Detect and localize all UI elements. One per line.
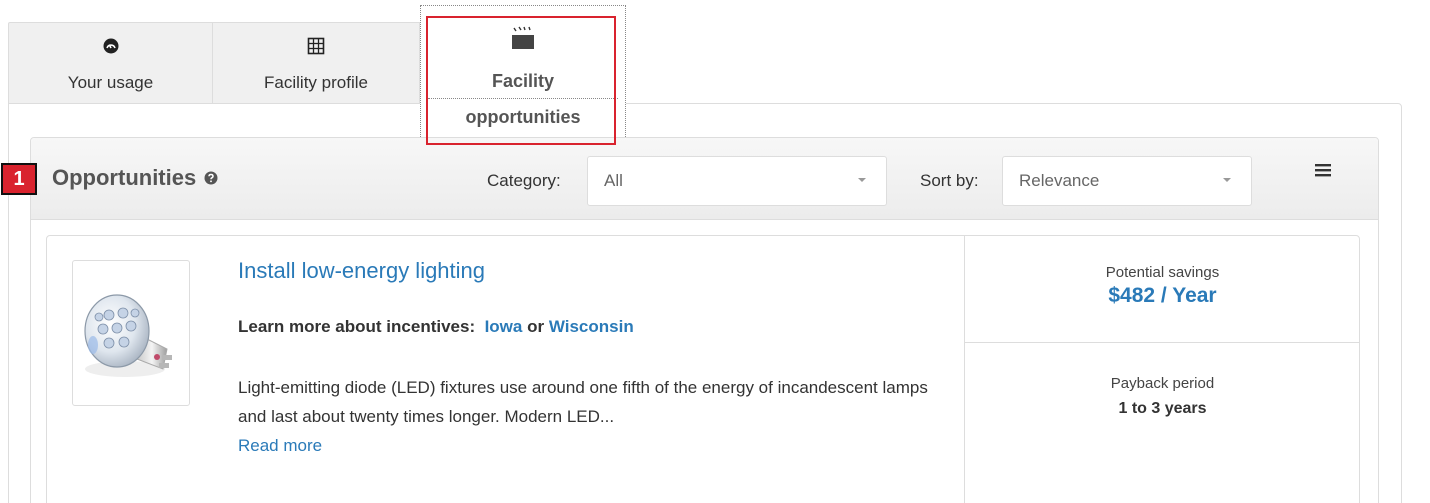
hamburger-icon — [1315, 163, 1331, 182]
category-select-value: All — [604, 171, 623, 190]
opportunities-title: Opportunities — [52, 165, 218, 191]
opportunities-title-text: Opportunities — [52, 165, 197, 190]
read-more-link[interactable]: Read more — [238, 431, 928, 460]
opportunity-title-link[interactable]: Install low-energy lighting — [238, 258, 485, 284]
potential-savings-label: Potential savings — [1105, 264, 1220, 281]
category-select[interactable]: All — [587, 156, 887, 206]
opportunity-description-text: Light-emitting diode (LED) fixtures use … — [238, 378, 928, 426]
payback-period-label: Payback period — [1110, 375, 1215, 392]
opportunity-description: Light-emitting diode (LED) fixtures use … — [238, 373, 928, 460]
opportunities-header: 1 Opportunities Category: All Sort by: R… — [1, 138, 1378, 220]
building-grid-icon — [307, 35, 325, 57]
opportunity-metrics: Potential savings $482 / Year Payback pe… — [964, 236, 1360, 503]
incentive-link-iowa[interactable]: Iowa — [485, 317, 523, 336]
potential-savings-block: Potential savings $482 / Year — [965, 236, 1360, 343]
chevron-down-icon — [1223, 178, 1231, 182]
led-bulb-thumbnail[interactable] — [72, 260, 190, 406]
tab-label: Your usage — [67, 73, 154, 92]
tab-facility-opportunities[interactable]: Facility opportunities — [420, 5, 626, 143]
incentives-or: or — [527, 317, 545, 336]
annotation-number-badge: 1 — [1, 163, 37, 195]
category-label: Category: — [487, 171, 561, 190]
tab-bar: Your usage Facility profile — [8, 22, 420, 104]
payback-period-value: 1 to 3 years — [1118, 400, 1207, 417]
sort-by-select-value: Relevance — [1019, 171, 1100, 190]
menu-button[interactable] — [1295, 153, 1351, 191]
opportunity-card: Install low-energy lighting Learn more a… — [46, 235, 1360, 503]
tab-label: Facility profile — [264, 73, 368, 92]
incentives-line: Learn more about incentives: Iowa or Wis… — [238, 317, 634, 337]
gauge-icon — [103, 35, 119, 57]
incentive-link-wisconsin[interactable]: Wisconsin — [549, 317, 634, 336]
tab-facility-profile[interactable]: Facility profile — [213, 22, 420, 104]
payback-period-block: Payback period 1 to 3 years — [965, 343, 1360, 418]
incentives-prefix: Learn more about incentives: — [238, 317, 476, 336]
chevron-down-icon — [858, 178, 866, 182]
led-bulb-image — [84, 294, 172, 377]
opportunities-panel: 1 Opportunities Category: All Sort by: R… — [1, 137, 1379, 503]
tab-label-line1: Facility — [491, 71, 555, 91]
clapperboard-icon — [510, 26, 536, 50]
tab-your-usage[interactable]: Your usage — [8, 22, 213, 104]
sort-by-label: Sort by: — [920, 171, 979, 190]
help-icon[interactable] — [204, 171, 218, 185]
potential-savings-value: $482 / Year — [1108, 284, 1217, 307]
sort-by-select[interactable]: Relevance — [1002, 156, 1252, 206]
tab-label-line2: opportunities — [428, 98, 618, 135]
